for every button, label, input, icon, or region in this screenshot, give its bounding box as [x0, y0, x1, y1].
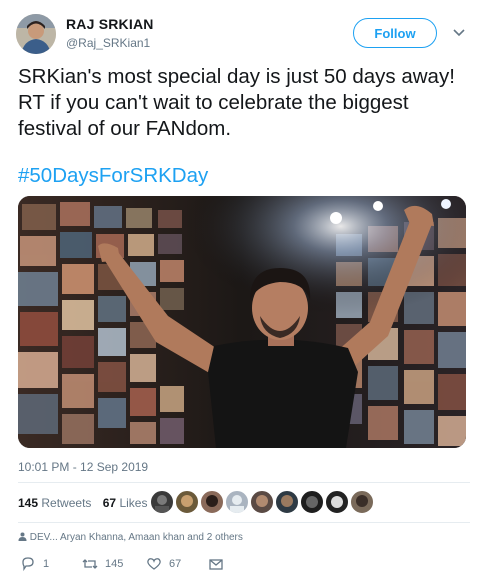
liker-avatar[interactable]	[150, 490, 174, 514]
liker-avatar[interactable]	[300, 490, 324, 514]
tweet-text: SRKian's most special day is just 50 day…	[18, 65, 455, 140]
chevron-down-icon[interactable]	[452, 26, 466, 40]
hashtag-link[interactable]: #50DaysForSRKDay	[18, 164, 208, 188]
tweet-timestamp[interactable]: 10:01 PM - 12 Sep 2019	[18, 460, 148, 474]
liker-avatar[interactable]	[225, 490, 249, 514]
liker-avatar[interactable]	[275, 490, 299, 514]
retweets-stat[interactable]: 145 Retweets	[18, 496, 91, 510]
user-handle[interactable]: @Raj_SRKian1	[66, 36, 150, 50]
follow-button[interactable]: Follow	[353, 18, 437, 48]
avatar-image	[16, 14, 56, 54]
replying-to: DEV... Aryan Khanna, Amaan khan and 2 ot…	[18, 532, 243, 543]
divider	[18, 482, 470, 483]
retweets-count: 145	[18, 496, 39, 510]
tweet-actions: 1 145 67	[18, 556, 478, 574]
direct-message-button[interactable]	[208, 556, 224, 572]
display-name[interactable]: RAJ SRKIAN	[66, 16, 154, 32]
user-avatar[interactable]	[16, 14, 56, 54]
engagement-stats: 145 Retweets 67 Likes	[18, 496, 155, 510]
person-icon	[18, 532, 27, 541]
tweet-media-image[interactable]	[18, 196, 466, 448]
like-button[interactable]: 67	[146, 556, 181, 572]
liker-avatar[interactable]	[200, 490, 224, 514]
retweet-count: 145	[105, 558, 124, 570]
retweet-button[interactable]: 145	[82, 556, 123, 572]
liker-avatar[interactable]	[325, 490, 349, 514]
reply-button[interactable]: 1	[20, 556, 49, 572]
liker-avatar[interactable]	[250, 490, 274, 514]
reply-icon	[22, 557, 34, 572]
event-photo	[18, 196, 466, 448]
liker-avatar[interactable]	[350, 490, 374, 514]
envelope-icon	[209, 559, 223, 570]
retweets-label: Retweets	[41, 496, 92, 510]
liker-avatar[interactable]	[175, 490, 199, 514]
likes-stat[interactable]: 67 Likes	[103, 496, 148, 510]
replying-to-text[interactable]: DEV... Aryan Khanna, Amaan khan and 2 ot…	[30, 532, 243, 543]
reply-count: 1	[43, 558, 50, 570]
heart-icon	[147, 558, 161, 570]
divider	[18, 522, 470, 523]
like-count: 67	[169, 558, 182, 570]
likes-label: Likes	[119, 496, 148, 510]
retweet-icon	[82, 559, 98, 569]
likes-count: 67	[102, 496, 117, 510]
